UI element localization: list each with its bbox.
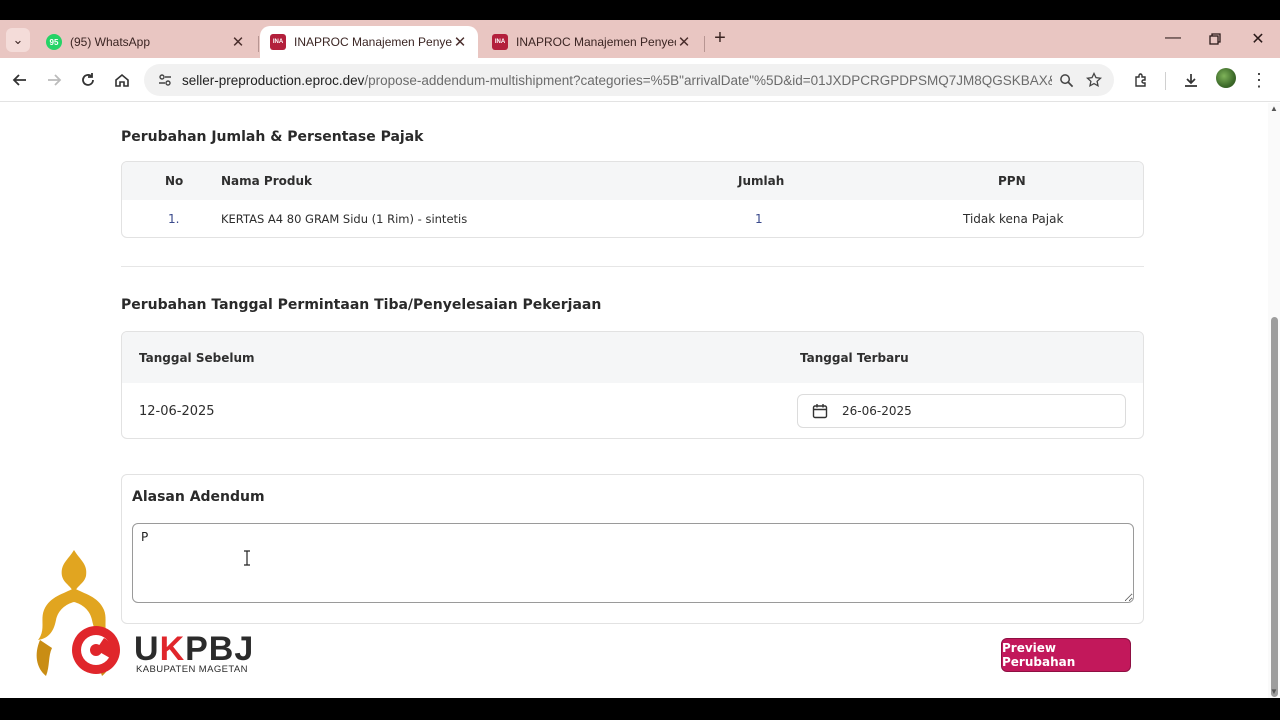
tab-title: INAPROC Manajemen Penyedia (294, 35, 452, 49)
header-date-after: Tanggal Terbaru (800, 351, 909, 365)
search-icon (1059, 73, 1073, 87)
table-header: No Nama Produk Jumlah PPN (122, 162, 1143, 200)
logo-letters-pbj: PBJ (185, 630, 255, 668)
downloads-button[interactable] (1179, 68, 1203, 92)
extensions-button[interactable] (1129, 68, 1153, 92)
tab-title: INAPROC Manajemen Penyedia (516, 35, 676, 49)
header-date-before: Tanggal Sebelum (139, 351, 255, 365)
date-table: Tanggal Sebelum Tanggal Terbaru 12-06-20… (121, 331, 1144, 439)
whatsapp-icon: 95 (46, 34, 62, 50)
header-qty: Jumlah (738, 174, 785, 188)
minimize-button[interactable]: — (1163, 29, 1183, 49)
download-icon (1185, 74, 1197, 87)
tab-inaproc[interactable]: INA INAPROC Manajemen Penyedia ✕ (482, 26, 702, 58)
address-bar[interactable]: seller-preproduction.eproc.dev/propose-a… (144, 64, 1114, 96)
url-path: /propose-addendum-multishipment?categori… (364, 72, 1052, 88)
logo-subtitle: KABUPATEN MAGETAN (136, 664, 248, 675)
close-icon[interactable]: ✕ (230, 33, 246, 51)
zoom-button[interactable] (1052, 68, 1080, 92)
url-text[interactable]: seller-preproduction.eproc.dev/propose-a… (180, 73, 1052, 88)
scroll-up-icon[interactable]: ▲ (1270, 105, 1278, 113)
ukpbj-logo: UKPBJ KABUPATEN MAGETAN (30, 548, 270, 688)
scroll-down-icon[interactable]: ▼ (1270, 688, 1278, 696)
reload-icon (82, 73, 94, 86)
tab-whatsapp[interactable]: 95 (95) WhatsApp ✕ (36, 26, 256, 58)
reason-textarea[interactable] (132, 523, 1134, 603)
row-product: KERTAS A4 80 GRAM Sidu (1 Rim) - sinteti… (221, 212, 468, 226)
new-tab-button[interactable]: + (710, 28, 730, 49)
logo-letter-u: U (134, 630, 160, 668)
header-no: No (165, 174, 184, 188)
tab-separator (258, 36, 259, 52)
close-icon[interactable]: ✕ (676, 33, 692, 51)
header-product: Nama Produk (221, 174, 312, 188)
browser-window: ⌄ 95 (95) WhatsApp ✕ INA INAPROC Manajem… (0, 20, 1280, 698)
tab-search-button[interactable]: ⌄ (6, 28, 30, 52)
back-button[interactable] (8, 68, 32, 92)
restore-icon (1209, 33, 1221, 45)
restore-button[interactable] (1205, 29, 1225, 49)
reason-card: Alasan Adendum (121, 474, 1144, 624)
tab-title: (95) WhatsApp (70, 35, 151, 49)
close-window-button[interactable]: ✕ (1248, 29, 1268, 49)
tab-strip: ⌄ 95 (95) WhatsApp ✕ INA INAPROC Manajem… (0, 20, 1280, 58)
reload-button[interactable] (76, 68, 100, 92)
row-no: 1. (168, 212, 180, 226)
arrow-right-icon (48, 74, 62, 86)
tab-inaproc-active[interactable]: INA INAPROC Manajemen Penyedia ✕ (260, 26, 478, 58)
tune-icon (159, 74, 171, 86)
tax-section-title: Perubahan Jumlah & Persentase Pajak (121, 129, 424, 145)
url-host: seller-preproduction.eproc.dev (182, 72, 365, 88)
arrow-left-icon (12, 74, 26, 86)
more-vert-icon: ⋮ (1250, 70, 1268, 90)
browser-menu-button[interactable]: ⋮ (1247, 68, 1271, 92)
home-button[interactable] (110, 68, 134, 92)
inaproc-icon: INA (270, 34, 286, 50)
row-ppn: Tidak kena Pajak (963, 212, 1064, 226)
date-after-value: 26-06-2025 (842, 404, 912, 418)
ornament-icon (36, 550, 120, 676)
calendar-icon (812, 404, 828, 419)
date-table-header: Tanggal Sebelum Tanggal Terbaru (122, 332, 1143, 383)
star-icon (1086, 72, 1102, 88)
inaproc-icon: INA (492, 34, 508, 50)
date-before-value: 12-06-2025 (139, 404, 215, 419)
close-icon[interactable]: ✕ (452, 33, 468, 51)
forward-button[interactable] (42, 68, 66, 92)
reason-title: Alasan Adendum (132, 489, 265, 505)
home-icon (115, 73, 129, 87)
scrollbar-thumb[interactable] (1271, 317, 1278, 697)
date-after-input[interactable]: 26-06-2025 (797, 394, 1126, 428)
section-divider (121, 266, 1144, 267)
header-ppn: PPN (998, 174, 1026, 188)
chevron-down-icon: ⌄ (12, 32, 24, 47)
tax-table: No Nama Produk Jumlah PPN 1. KERTAS A4 8… (121, 161, 1144, 238)
table-row: 1. KERTAS A4 80 GRAM Sidu (1 Rim) - sint… (122, 200, 1143, 237)
puzzle-icon (1135, 73, 1146, 87)
site-info-button[interactable] (150, 68, 180, 92)
bookmark-button[interactable] (1080, 68, 1108, 92)
toolbar-separator (1165, 72, 1166, 90)
preview-changes-button[interactable]: Preview Perubahan (1001, 638, 1131, 672)
page-content: Perubahan Jumlah & Persentase Pajak No N… (0, 103, 1280, 698)
browser-toolbar: seller-preproduction.eproc.dev/propose-a… (0, 58, 1280, 102)
logo-letter-k: K (159, 630, 186, 668)
profile-avatar[interactable] (1216, 68, 1236, 88)
tab-separator (704, 36, 705, 52)
page-scrollbar[interactable]: ▲ ▼ (1268, 103, 1280, 698)
row-qty: 1 (755, 212, 763, 226)
date-section-title: Perubahan Tanggal Permintaan Tiba/Penyel… (121, 297, 602, 313)
